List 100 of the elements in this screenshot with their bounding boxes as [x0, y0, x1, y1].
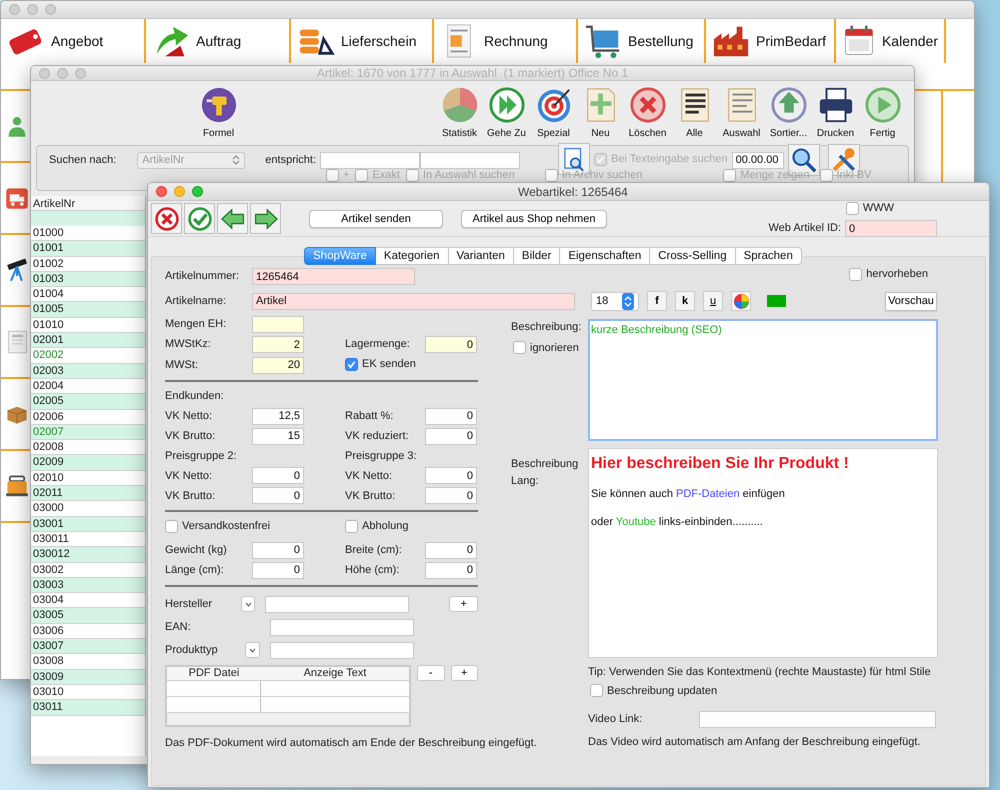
- checkbox[interactable]: Beschreibung updaten: [590, 682, 718, 700]
- tab[interactable]: Varianten: [448, 247, 514, 265]
- toolbar-button[interactable]: Auswahl: [718, 86, 765, 141]
- list-row[interactable]: 01001: [31, 241, 145, 257]
- list-row[interactable]: 01003: [31, 272, 145, 288]
- toolbar-button[interactable]: Fertig: [859, 86, 906, 141]
- list-row[interactable]: 02007: [31, 424, 145, 440]
- list-row[interactable]: 03011: [31, 700, 145, 716]
- checkbox[interactable]: hervorheben: [849, 266, 928, 283]
- tab[interactable]: Eigenschaften: [560, 247, 650, 265]
- input-field[interactable]: [699, 710, 936, 728]
- list-row[interactable]: 030012: [31, 547, 145, 563]
- input-field[interactable]: 15: [252, 428, 304, 445]
- input-field[interactable]: 0: [425, 408, 477, 425]
- remove-button[interactable]: Artikel aus Shop nehmen: [461, 210, 607, 228]
- color-picker-button[interactable]: [731, 291, 751, 311]
- checkbox[interactable]: Abholung: [345, 518, 408, 535]
- tab[interactable]: Kategorien: [376, 247, 449, 265]
- input-field[interactable]: Artikel: [252, 292, 575, 310]
- list-row[interactable]: 03005: [31, 608, 145, 624]
- tab[interactable]: Bilder: [514, 247, 560, 265]
- input-field[interactable]: 0: [252, 467, 304, 484]
- window-button[interactable]: [75, 68, 86, 78]
- checkbox[interactable]: WWW: [846, 200, 894, 216]
- field-label: Breite (cm):: [345, 542, 403, 558]
- input-field[interactable]: 0: [425, 487, 477, 504]
- confirm-button[interactable]: [184, 203, 215, 234]
- input-field[interactable]: [252, 316, 304, 333]
- minimize-button[interactable]: [174, 186, 185, 197]
- field-label: Gewicht (kg): [165, 542, 228, 558]
- list-row[interactable]: 02001: [31, 333, 145, 348]
- dropdown-button[interactable]: [245, 642, 260, 658]
- toolbar-button[interactable]: Sortier...: [765, 86, 812, 141]
- field-label: VK reduziert:: [345, 429, 410, 444]
- toolbar-button[interactable]: Alle: [671, 86, 718, 141]
- input-field[interactable]: [420, 152, 520, 168]
- preview-button[interactable]: Vorschau: [885, 292, 937, 310]
- add-button[interactable]: +: [450, 664, 478, 680]
- toolbar-button[interactable]: Angebot: [1, 19, 146, 63]
- window-button[interactable]: [9, 4, 20, 15]
- list-row[interactable]: 02011: [31, 486, 145, 502]
- list-row[interactable]: 03001: [31, 516, 145, 532]
- input-field[interactable]: 0: [252, 562, 304, 578]
- toolbar-button[interactable]: Gehe Zu: [483, 86, 530, 141]
- toolbar-button[interactable]: Löschen: [624, 86, 671, 141]
- underline-button[interactable]: u: [703, 291, 723, 311]
- input-field[interactable]: 0: [425, 542, 477, 558]
- window-button[interactable]: [27, 4, 38, 15]
- bold-button[interactable]: f: [647, 291, 667, 311]
- empty-row[interactable]: [31, 211, 145, 226]
- toolbar-button[interactable]: Statistik: [436, 86, 483, 141]
- input-field[interactable]: 0: [252, 487, 304, 504]
- pdf-table[interactable]: PDF Datei Anzeige Text: [165, 664, 411, 726]
- input-field[interactable]: 00.00.00: [732, 152, 784, 168]
- color-swatch[interactable]: [767, 295, 786, 307]
- cancel-button[interactable]: [151, 203, 182, 234]
- dropdown-button[interactable]: [241, 596, 256, 612]
- tab[interactable]: Cross-Selling: [650, 247, 736, 265]
- list-row[interactable]: 02003: [31, 364, 145, 379]
- italic-button[interactable]: k: [675, 291, 695, 311]
- close-window-button[interactable]: [156, 186, 167, 197]
- toolbar-button[interactable]: Spezial: [530, 86, 577, 141]
- input-field[interactable]: 0: [425, 467, 477, 484]
- list-row[interactable]: 03003: [31, 578, 145, 594]
- input-field[interactable]: 0: [252, 542, 304, 558]
- input-field[interactable]: 12,5: [252, 408, 304, 425]
- list-row[interactable]: 03009: [31, 670, 145, 685]
- input-field[interactable]: 0: [425, 336, 477, 353]
- font-size-select[interactable]: 18: [591, 292, 639, 310]
- input-field[interactable]: [270, 618, 414, 636]
- input-field[interactable]: 0: [425, 562, 477, 578]
- next-button[interactable]: [250, 203, 281, 234]
- list-row[interactable]: 02009: [31, 455, 145, 471]
- zoom-button[interactable]: [192, 186, 203, 197]
- window-button[interactable]: [39, 68, 50, 78]
- text-area[interactable]: Hier beschreiben Sie Ihr Produkt ! Sie können auch PDF-Dateien einfügen oder Youtube links-einbinden..........: [588, 448, 938, 658]
- toolbar-button[interactable]: Drucken: [812, 86, 859, 141]
- checkbox[interactable]: EK senden: [345, 356, 416, 372]
- input-field[interactable]: [265, 596, 410, 612]
- toolbar-button[interactable]: Neu: [577, 86, 624, 141]
- toolbar-button[interactable]: Formel: [195, 86, 242, 141]
- tab[interactable]: Sprachen: [736, 247, 802, 265]
- send-button[interactable]: Artikel senden: [309, 210, 443, 228]
- input-field[interactable]: [270, 642, 414, 658]
- back-button[interactable]: [217, 203, 248, 234]
- input-field[interactable]: 1265464: [252, 268, 415, 285]
- input-field[interactable]: [320, 152, 420, 168]
- list-row[interactable]: 01005: [31, 302, 145, 318]
- checkbox[interactable]: Versandkostenfrei: [165, 518, 270, 535]
- checkbox[interactable]: ignorieren: [513, 340, 579, 356]
- remove-button[interactable]: -: [417, 664, 444, 680]
- window-button[interactable]: [45, 4, 56, 15]
- input-field[interactable]: 0: [845, 220, 937, 238]
- window-button[interactable]: [57, 68, 68, 78]
- list-row[interactable]: 03007: [31, 639, 145, 654]
- add-button[interactable]: +: [449, 596, 478, 612]
- input-field[interactable]: 20: [252, 356, 304, 374]
- input-field[interactable]: 2: [252, 336, 304, 353]
- input-field[interactable]: 0: [425, 428, 477, 445]
- list-row[interactable]: 02005: [31, 394, 145, 410]
